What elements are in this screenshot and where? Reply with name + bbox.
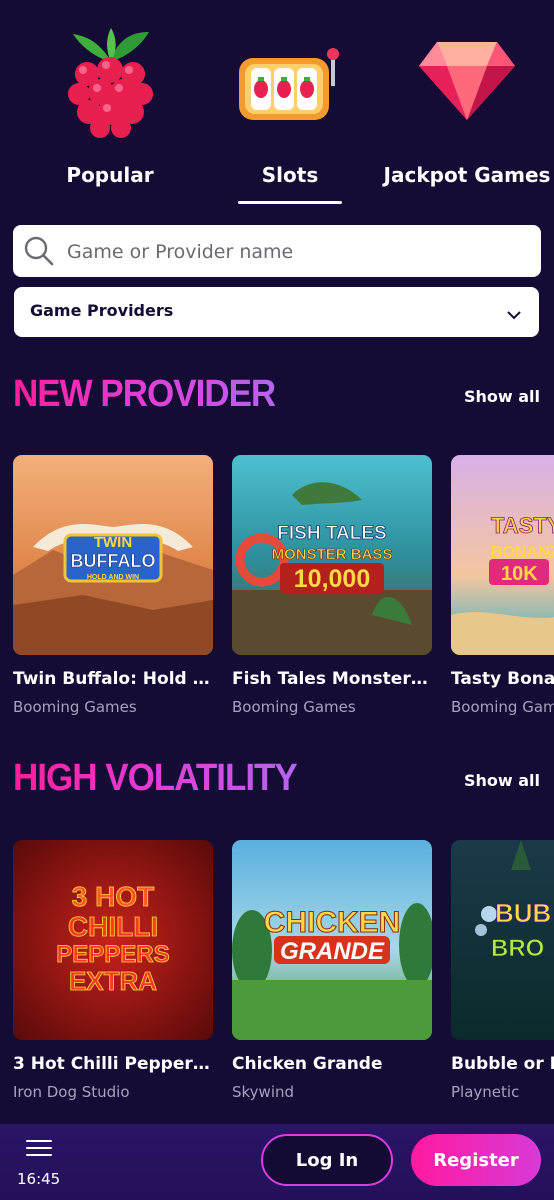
game-title: Fish Tales Monster B... — [232, 669, 432, 689]
game-provider: Skywind — [232, 1083, 295, 1101]
game-thumbnail[interactable]: CHICKEN GRANDE — [232, 840, 432, 1040]
search-icon — [23, 235, 55, 271]
game-title: Bubble or Broom — [451, 1054, 554, 1074]
game-provider: Booming Games — [232, 698, 356, 716]
game-art-text: GRANDE — [280, 938, 385, 965]
game-card[interactable]: BUB BRO Bubble or Broom Playnetic — [451, 840, 554, 1101]
game-art-text: PEPPERS — [56, 941, 169, 968]
game-thumbnail[interactable]: 3 HOT CHILLI PEPPERS EXTRA — [13, 840, 213, 1040]
hamburger-menu-icon[interactable] — [26, 1140, 52, 1160]
game-art-text: TASTY — [491, 513, 554, 538]
bottom-bar: 16:45 Log In Register — [0, 1124, 554, 1200]
game-thumbnail[interactable]: FISH TALES MONSTER BASS 10,000 — [232, 455, 432, 655]
game-title: Tasty Bonanza — [451, 669, 554, 689]
game-art-text: EXTRA — [69, 966, 157, 996]
tab-label: Slots — [261, 163, 319, 187]
category-tabs: Popular Slots Jackpot Games — [0, 0, 554, 210]
tab-label: Jackpot Games — [383, 163, 551, 187]
game-card[interactable]: TWIN BUFFALO HOLD AND WIN Twin Buffalo: … — [13, 455, 213, 716]
game-provider: Playnetic — [451, 1083, 520, 1101]
diamond-icon — [417, 32, 517, 126]
slot-machine-icon — [235, 46, 345, 130]
show-all-link[interactable]: Show all — [464, 387, 540, 406]
game-row-high-volatility: 3 HOT CHILLI PEPPERS EXTRA 3 Hot Chilli … — [13, 840, 554, 1120]
clock: 16:45 — [17, 1170, 61, 1188]
game-art-text: CHICKEN — [264, 906, 401, 939]
game-art-text: BRO — [491, 935, 544, 962]
game-provider: Booming Games — [13, 698, 137, 716]
game-art-text: BONANZA — [491, 544, 554, 561]
game-thumbnail[interactable]: BUB BRO — [451, 840, 554, 1040]
tab-slots[interactable]: Slots — [200, 0, 380, 210]
game-card[interactable]: TASTY BONANZA 10K Tasty Bonanza Booming … — [451, 455, 554, 716]
section-title-new-provider: NEW PROVIDER — [13, 372, 276, 415]
game-thumbnail[interactable]: TASTY BONANZA 10K — [451, 455, 554, 655]
section-title-high-volatility: HIGH VOLATILITY — [13, 756, 298, 799]
game-art-text: 3 HOT — [72, 881, 154, 912]
search-bar — [13, 225, 541, 277]
game-title: Twin Buffalo: Hold & ... — [13, 669, 213, 689]
dropdown-value: Game Providers — [30, 301, 174, 320]
game-title: 3 Hot Chilli Peppers ... — [13, 1054, 213, 1074]
register-button[interactable]: Register — [411, 1134, 541, 1186]
tab-label: Popular — [66, 163, 154, 187]
game-card[interactable]: 3 HOT CHILLI PEPPERS EXTRA 3 Hot Chilli … — [13, 840, 213, 1101]
game-provider: Booming Games — [451, 698, 554, 716]
tab-popular[interactable]: Popular — [20, 0, 200, 210]
active-tab-indicator — [238, 201, 342, 204]
login-button[interactable]: Log In — [261, 1134, 393, 1186]
game-art-text: 10,000 — [294, 565, 370, 593]
game-art-text: 10K — [501, 563, 538, 585]
game-row-new-provider: TWIN BUFFALO HOLD AND WIN Twin Buffalo: … — [13, 455, 554, 735]
game-art-text: HOLD AND WIN — [87, 574, 139, 581]
search-input[interactable] — [65, 233, 529, 271]
game-art-text: FISH TALES — [277, 523, 386, 544]
game-art-text: MONSTER BASS — [272, 546, 393, 563]
game-title: Chicken Grande — [232, 1054, 383, 1074]
game-provider: Iron Dog Studio — [13, 1083, 130, 1101]
game-thumbnail[interactable]: TWIN BUFFALO HOLD AND WIN — [13, 455, 213, 655]
raspberry-icon — [65, 28, 155, 142]
show-all-link[interactable]: Show all — [464, 771, 540, 790]
game-providers-dropdown[interactable]: Game Providers — [14, 287, 539, 337]
game-art-text: TWIN — [94, 534, 132, 551]
game-card[interactable]: CHICKEN GRANDE Chicken Grande Skywind — [232, 840, 432, 1101]
chevron-down-icon — [507, 305, 521, 324]
game-art-text: CHILLI — [68, 911, 158, 942]
game-card[interactable]: FISH TALES MONSTER BASS 10,000 Fish Tale… — [232, 455, 432, 716]
game-art-text: BUFFALO — [71, 551, 156, 571]
game-art-text: BUB — [495, 898, 551, 928]
tab-jackpot-games[interactable]: Jackpot Games — [380, 0, 554, 210]
